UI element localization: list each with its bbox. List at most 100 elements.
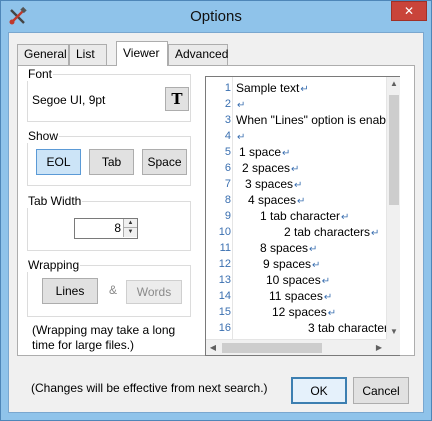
scrollbar-corner	[386, 339, 400, 355]
tab-viewer[interactable]: Viewer	[116, 41, 168, 66]
font-icon: T	[171, 90, 183, 108]
line-content: When "Lines" option is enabled,	[236, 113, 386, 127]
wrap-and-separator: &	[109, 283, 118, 297]
preview-line: 1 Sample text↵	[206, 81, 386, 97]
dialog-body: General List Viewer Advanced Font Segoe …	[8, 32, 424, 413]
preview-text[interactable]: 1 Sample text↵ 2 ↵ 3 When "Lines" option is e…	[206, 81, 386, 339]
tab-advanced[interactable]: Advanced	[168, 44, 228, 65]
line-text: 3 spaces↵	[245, 177, 302, 191]
line-number: 1	[224, 82, 231, 94]
preview-line: 2 ↵	[206, 97, 386, 113]
line-content: 8 spaces	[260, 241, 309, 255]
line-content: 1 tab character	[260, 209, 341, 223]
eol-marker-icon: ↵	[282, 148, 291, 159]
eol-marker-icon: ↵	[237, 132, 246, 143]
eol-marker-icon: ↵	[323, 292, 333, 303]
scroll-right-icon[interactable]: ▶	[372, 340, 386, 356]
scroll-down-icon[interactable]: ▼	[387, 325, 401, 339]
line-number: 14	[218, 290, 231, 302]
preview-pane[interactable]: 1 Sample text↵ 2 ↵ 3 When "Lines" option is e…	[205, 76, 400, 356]
eol-marker-icon: ↵	[341, 212, 350, 223]
line-content: 2 spaces	[242, 161, 291, 175]
preview-line: 4 ↵	[206, 129, 386, 145]
line-number: 2	[224, 98, 231, 110]
tab-general[interactable]: General	[17, 44, 69, 65]
line-text: 3 tab characters	[308, 321, 386, 335]
preview-line: 14 11 spaces↵	[206, 289, 386, 305]
spin-up-icon[interactable]: ▲	[123, 219, 137, 228]
preview-line: 12 9 spaces↵	[206, 257, 386, 273]
line-number: 7	[224, 178, 231, 190]
close-icon: ✕	[403, 4, 415, 18]
changes-note: (Changes will be effective from next sea…	[31, 381, 268, 395]
line-number: 6	[224, 162, 231, 174]
line-number: 3	[224, 114, 231, 126]
eol-marker-icon: ↵	[327, 308, 337, 319]
line-text: 8 spaces↵	[260, 241, 317, 255]
line-content: 10 spaces	[266, 273, 321, 287]
preview-line: 10 2 tab characters↵	[206, 225, 386, 241]
line-content: 1 space	[239, 145, 282, 159]
tab-width-spinner[interactable]: 8 ▲ ▼	[74, 218, 138, 239]
eol-marker-icon: ↵	[237, 100, 246, 111]
vertical-scroll-thumb[interactable]	[389, 95, 399, 205]
line-number: 9	[224, 210, 231, 222]
preview-line: 7 3 spaces↵	[206, 177, 386, 193]
line-text: Sample text↵	[236, 81, 309, 95]
line-number: 13	[218, 274, 231, 286]
wrap-lines-toggle[interactable]: Lines	[42, 278, 98, 304]
preview-line: 6 2 spaces↵	[206, 161, 386, 177]
font-group-label: Font	[27, 67, 54, 81]
options-dialog: Options ✕ General List Viewer Advanced F…	[0, 0, 432, 421]
eol-marker-icon: ↵	[294, 180, 303, 191]
line-number: 15	[218, 306, 231, 318]
line-content: 9 spaces	[263, 257, 312, 271]
show-space-toggle[interactable]: Space	[142, 149, 187, 175]
window-title: Options	[190, 8, 242, 25]
spin-down-icon[interactable]: ▼	[123, 228, 137, 237]
line-text: 1 space↵	[239, 145, 290, 159]
tab-list[interactable]: List	[69, 44, 107, 65]
font-button[interactable]: T	[165, 87, 189, 111]
eol-marker-icon: ↵	[321, 276, 331, 287]
horizontal-scroll-thumb[interactable]	[222, 343, 322, 353]
line-text: When "Lines" option is enabled,	[236, 113, 386, 127]
eol-marker-icon: ↵	[312, 260, 321, 271]
wrap-words-toggle[interactable]: Words	[126, 280, 182, 304]
tabwidth-group-label: Tab Width	[27, 194, 83, 208]
line-number: 5	[224, 146, 231, 158]
ok-button[interactable]: OK	[291, 377, 347, 404]
eol-marker-icon: ↵	[309, 244, 318, 255]
scroll-left-icon[interactable]: ◀	[206, 340, 220, 356]
line-text: 12 spaces↵	[272, 305, 336, 319]
line-number: 10	[218, 226, 231, 238]
line-text: ↵	[236, 129, 245, 143]
preview-line: 5 1 space↵	[206, 145, 386, 161]
line-content: 3 spaces	[245, 177, 294, 191]
preview-line: 16 3 tab characters	[206, 321, 386, 337]
line-text: ↵	[236, 97, 245, 111]
line-number: 4	[224, 130, 231, 142]
wrapping-note: (Wrapping may take a long time for large…	[32, 323, 176, 352]
tab-width-value[interactable]: 8	[114, 221, 121, 235]
wrapping-group-label: Wrapping	[27, 258, 81, 272]
show-eol-toggle[interactable]: EOL	[36, 149, 81, 175]
show-tab-toggle[interactable]: Tab	[89, 149, 134, 175]
line-content: 12 spaces	[272, 305, 327, 319]
line-content: Sample text	[236, 81, 300, 95]
scroll-up-icon[interactable]: ▲	[387, 77, 401, 91]
preview-line: 15 12 spaces↵	[206, 305, 386, 321]
line-text: 2 tab characters↵	[284, 225, 379, 239]
line-number: 8	[224, 194, 231, 206]
eol-marker-icon: ↵	[371, 228, 380, 239]
show-group-label: Show	[27, 129, 60, 143]
preview-line: 3 When "Lines" option is enabled,	[206, 113, 386, 129]
title-bar[interactable]: Options ✕	[1, 1, 431, 32]
preview-line: 13 10 spaces↵	[206, 273, 386, 289]
font-value: Segoe UI, 9pt	[32, 93, 106, 107]
eol-marker-icon: ↵	[291, 164, 300, 175]
vertical-scrollbar[interactable]: ▲ ▼	[386, 77, 400, 339]
horizontal-scrollbar[interactable]: ◀ ▶	[206, 339, 386, 355]
cancel-button[interactable]: Cancel	[353, 377, 409, 404]
close-button[interactable]: ✕	[391, 1, 427, 21]
